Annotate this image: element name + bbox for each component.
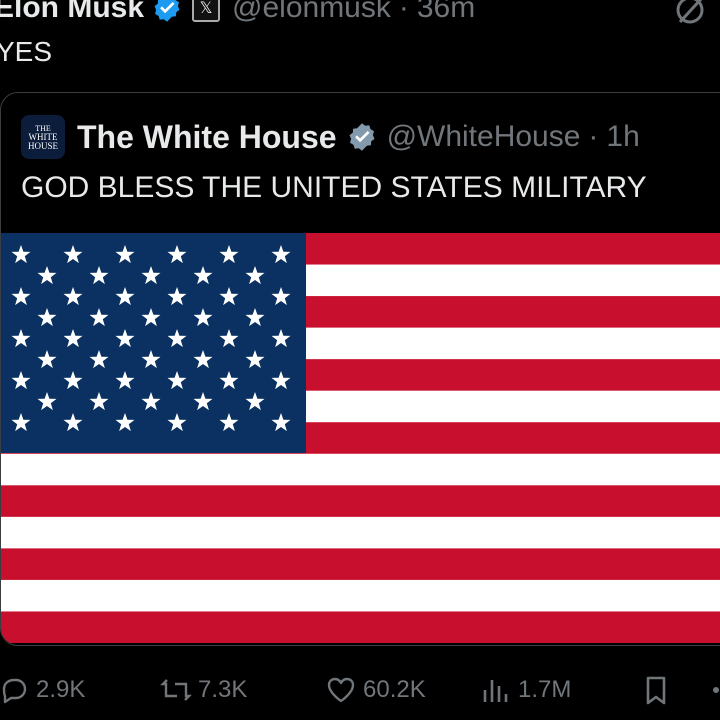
repost-button[interactable]: 7.3K	[160, 665, 247, 715]
verified-badge-icon	[152, 0, 182, 23]
flag-stripe	[1, 516, 720, 549]
bookmark-icon	[646, 676, 666, 705]
separator-dot: ·	[398, 0, 409, 24]
flag-stripe	[1, 579, 720, 612]
reply-count: 2.9K	[36, 676, 86, 703]
views-chart-icon	[483, 680, 508, 702]
bookmark-button[interactable]	[640, 665, 678, 715]
avatar-text-line: HOUSE	[27, 140, 58, 151]
tweet-time[interactable]: 36m	[417, 0, 475, 25]
action-bar: 2.9K 7.3K 60.2K 1.7M	[0, 665, 720, 715]
grok-icon[interactable]	[670, 0, 710, 30]
flag-stripe	[1, 485, 720, 518]
repost-icon	[160, 679, 192, 701]
share-button[interactable]	[708, 665, 720, 715]
government-verified-badge-icon	[347, 122, 377, 152]
like-count: 60.2K	[363, 676, 426, 703]
x-logo-icon: 𝕏	[192, 0, 221, 22]
quote-header: THE WHITE HOUSE The White House @WhiteHo…	[21, 115, 640, 159]
separator-dot: ·	[588, 120, 599, 153]
flag-stripe	[1, 548, 720, 581]
tweet-text: YES	[0, 36, 53, 67]
author-name[interactable]: Elon Musk	[0, 0, 144, 25]
share-icon	[713, 687, 719, 693]
views-count: 1.7M	[518, 676, 572, 703]
quote-author-handle[interactable]: @WhiteHouse	[387, 120, 581, 154]
author-handle[interactable]: @elonmusk	[232, 0, 391, 25]
flag-stripe	[1, 611, 720, 643]
repost-count: 7.3K	[198, 676, 248, 703]
reply-button[interactable]: 2.9K	[0, 665, 85, 715]
views-button[interactable]: 1.7M	[480, 665, 571, 715]
heart-icon	[327, 677, 355, 703]
tweet-author-row: Elon Musk 𝕏 @elonmusk · 36m	[0, 0, 475, 28]
quote-author-name[interactable]: The White House	[77, 119, 337, 156]
like-button[interactable]: 60.2K	[325, 665, 426, 715]
american-flag-image[interactable]	[1, 233, 720, 643]
quote-time[interactable]: 1h	[606, 120, 639, 154]
quote-text: GOD BLESS THE UNITED STATES MILITARY	[21, 171, 647, 204]
flag-stripe	[1, 453, 720, 486]
reply-icon	[2, 678, 27, 704]
quoted-tweet-card[interactable]: THE WHITE HOUSE The White House @WhiteHo…	[0, 92, 720, 646]
avatar[interactable]: THE WHITE HOUSE	[21, 115, 65, 159]
